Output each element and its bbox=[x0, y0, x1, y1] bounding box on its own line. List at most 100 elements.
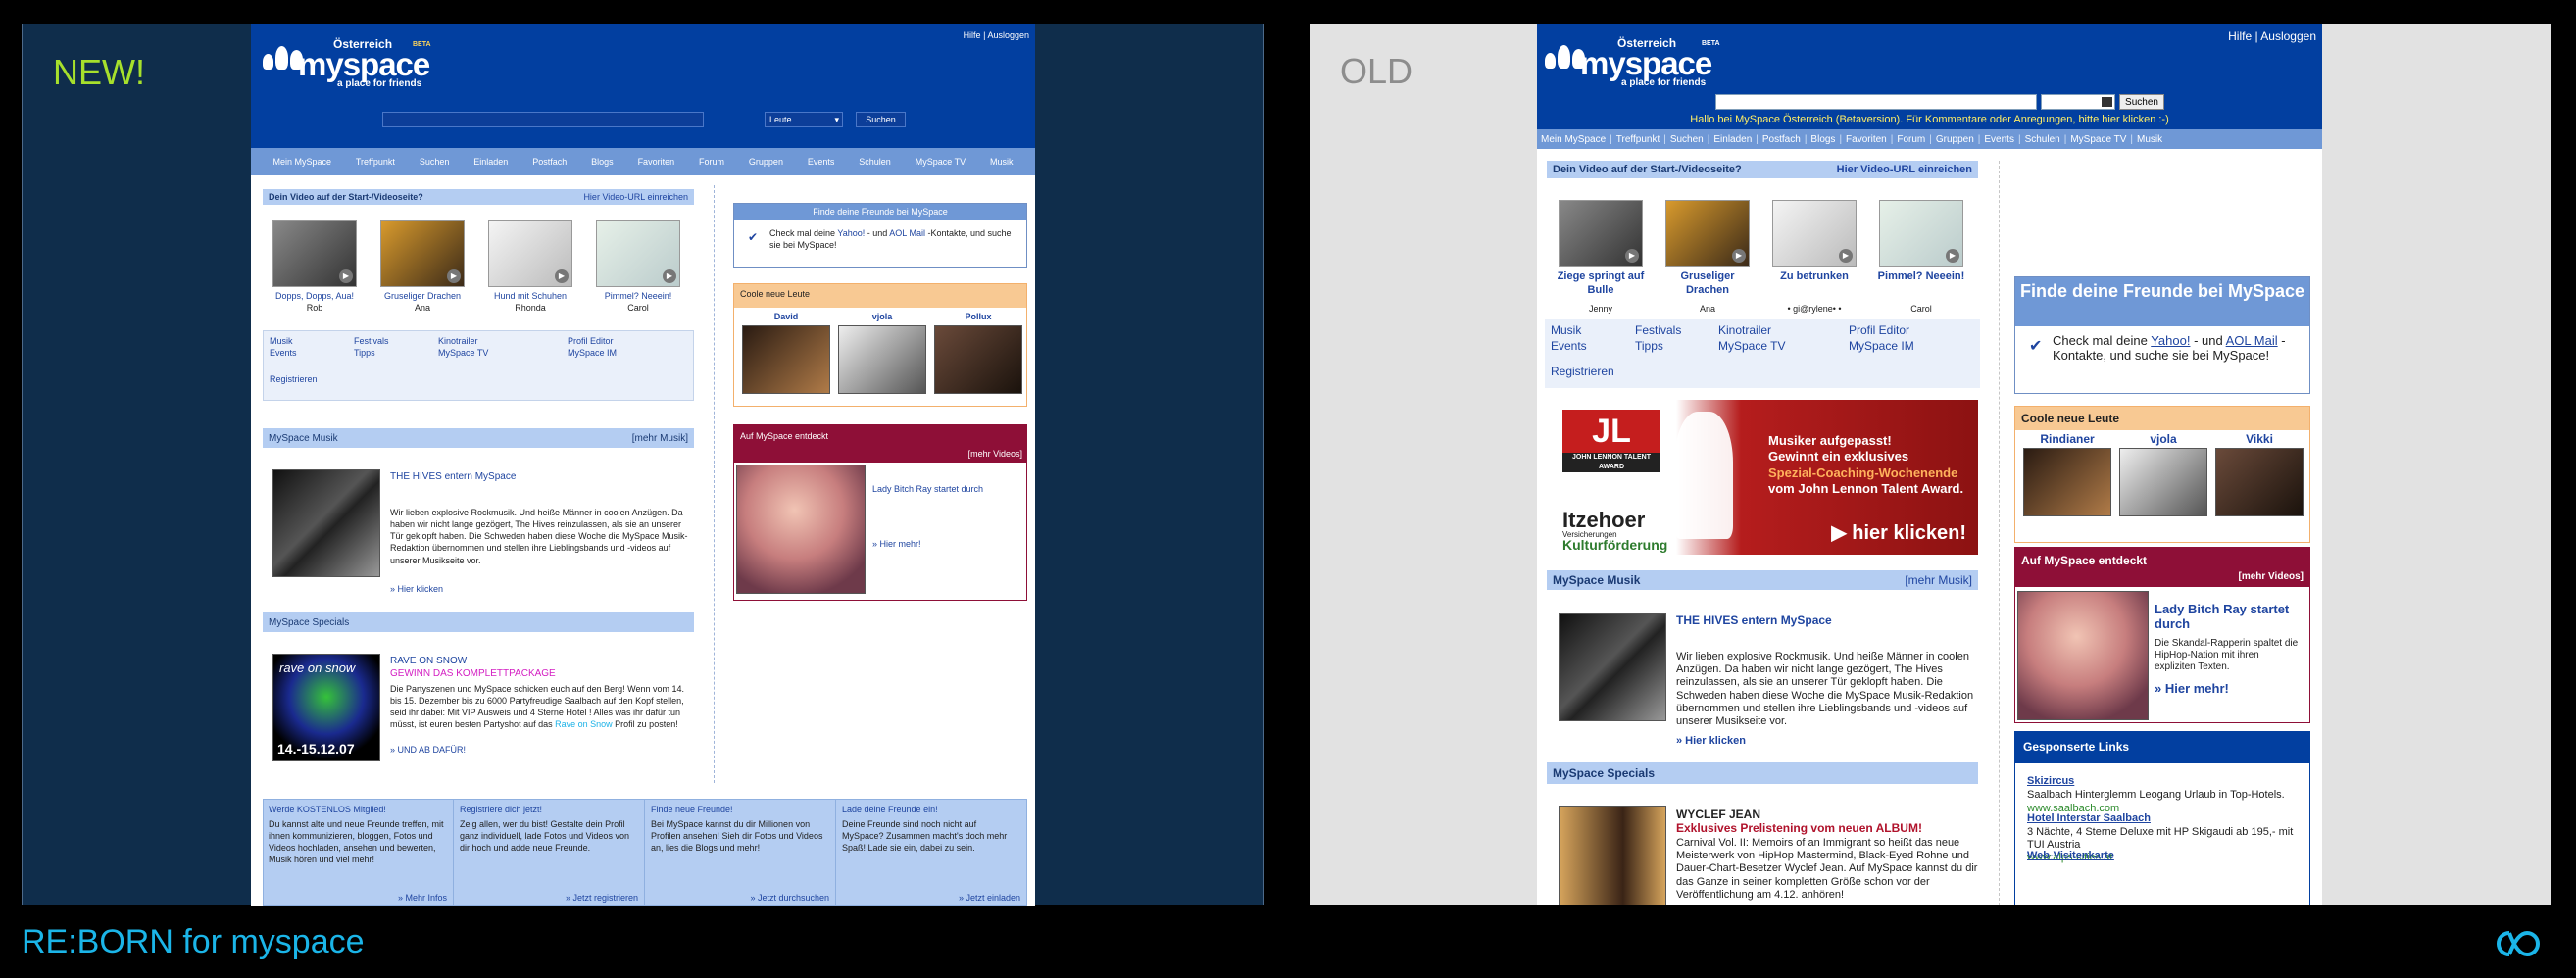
nav-item-1[interactable]: Treffpunkt bbox=[356, 157, 395, 167]
nav-item-9[interactable]: Events bbox=[1984, 134, 2014, 145]
nav-item-7[interactable]: Forum bbox=[699, 157, 724, 167]
link-myspace-tv[interactable]: MySpace TV bbox=[438, 347, 488, 359]
search-category-select[interactable]: Leute ▾ bbox=[765, 112, 843, 127]
music-cta-link[interactable]: » Hier klicken bbox=[390, 583, 443, 595]
link-tipps[interactable]: Tipps bbox=[1635, 339, 1663, 353]
help-link[interactable]: Hilfe bbox=[964, 30, 981, 40]
music-cta-link[interactable]: » Hier klicken bbox=[1676, 735, 1746, 747]
discover-cta-link[interactable]: » Hier mehr! bbox=[2155, 681, 2229, 696]
discover-headline[interactable]: Lady Bitch Ray startet durch bbox=[872, 484, 1019, 494]
link-kinotrailer[interactable]: Kinotrailer bbox=[1718, 323, 1771, 337]
nav-item-8[interactable]: Gruppen bbox=[749, 157, 783, 167]
video-thumb[interactable]: ▶ bbox=[1879, 200, 1963, 267]
search-button[interactable]: Suchen bbox=[856, 112, 906, 127]
promo-link[interactable]: » Jetzt einladen bbox=[959, 893, 1020, 903]
promo-link[interactable]: » Mehr Infos bbox=[398, 893, 447, 903]
link-register[interactable]: Registrieren bbox=[270, 373, 318, 385]
video-caption[interactable]: Pimmel? Neeein! bbox=[1871, 270, 1971, 284]
logo-wordmark[interactable]: myspace bbox=[298, 48, 430, 80]
video-submit-link[interactable]: Hier Video-URL einreichen bbox=[1837, 164, 1972, 175]
video-thumb[interactable]: ▶ bbox=[1559, 200, 1643, 267]
nav-item-12[interactable]: Musik bbox=[990, 157, 1014, 167]
nav-item-2[interactable]: Suchen bbox=[420, 157, 450, 167]
link-myspace-im[interactable]: MySpace IM bbox=[568, 347, 617, 359]
nav-item-9[interactable]: Events bbox=[808, 157, 835, 167]
nav-item-3[interactable]: Einladen bbox=[1713, 134, 1752, 145]
video-user[interactable]: Carol bbox=[1871, 304, 1971, 315]
specials-cta-link[interactable]: » UND AB DAFÜR! bbox=[390, 744, 466, 756]
video-user[interactable]: Jenny bbox=[1551, 304, 1651, 315]
cool-person-photo[interactable] bbox=[2119, 448, 2207, 516]
discover-cta-link[interactable]: » Hier mehr! bbox=[872, 539, 921, 549]
nav-item-3[interactable]: Einladen bbox=[473, 157, 508, 167]
video-caption[interactable]: Hund mit Schuhen bbox=[480, 291, 580, 302]
link-profil-editor[interactable]: Profil Editor bbox=[1849, 323, 1909, 337]
nav-item-12[interactable]: Musik bbox=[2137, 134, 2162, 145]
video-thumb[interactable]: ▶ bbox=[1665, 200, 1750, 267]
specials-headline[interactable]: RAVE ON SNOW bbox=[390, 656, 467, 666]
aol-mail-link[interactable]: AOL Mail bbox=[889, 228, 925, 238]
video-submit-link[interactable]: Hier Video-URL einreichen bbox=[583, 192, 688, 202]
video-caption[interactable]: Pimmel? Neeein! bbox=[588, 291, 688, 302]
cool-person-name[interactable]: vjola bbox=[838, 312, 926, 321]
video-caption[interactable]: Ziege springt auf Bulle bbox=[1551, 270, 1651, 298]
nav-item-11[interactable]: MySpace TV bbox=[916, 157, 966, 167]
cool-person-photo[interactable] bbox=[2023, 448, 2111, 516]
banner-cta[interactable]: ▶ hier klicken! bbox=[1831, 520, 1966, 545]
nav-item-8[interactable]: Gruppen bbox=[1936, 134, 1974, 145]
video-user[interactable]: Rob bbox=[265, 303, 365, 314]
sponsored-title-link[interactable]: Hotel Interstar Saalbach bbox=[2027, 812, 2151, 824]
search-button[interactable]: Suchen bbox=[2119, 94, 2164, 110]
video-thumb[interactable]: ▶ bbox=[1772, 200, 1857, 267]
cool-person-photo[interactable] bbox=[838, 325, 926, 394]
special-artist[interactable]: WYCLEF JEAN bbox=[1676, 807, 1760, 821]
yahoo-link[interactable]: Yahoo! bbox=[837, 228, 865, 238]
music-headline[interactable]: THE HIVES entern MySpace bbox=[1676, 613, 1832, 627]
wyclef-jean-photo[interactable] bbox=[1559, 806, 1666, 905]
logout-link[interactable]: Ausloggen bbox=[2260, 29, 2316, 43]
lady-bitch-ray-photo[interactable] bbox=[2017, 591, 2149, 720]
more-music-link[interactable]: [mehr Musik] bbox=[1905, 573, 1972, 587]
video-user[interactable]: • gi@rylene• • bbox=[1764, 304, 1864, 315]
video-caption[interactable]: Dopps, Dopps, Aua! bbox=[265, 291, 365, 302]
video-thumb[interactable]: ▶ bbox=[380, 220, 465, 287]
video-caption[interactable]: Gruseliger Drachen bbox=[372, 291, 472, 302]
john-lennon-banner[interactable]: JL JOHN LENNON TALENT AWARD Musiker aufge… bbox=[1547, 400, 1978, 555]
nav-item-7[interactable]: Forum bbox=[1897, 134, 1925, 145]
video-user[interactable]: Ana bbox=[1658, 304, 1758, 315]
nav-item-6[interactable]: Favoriten bbox=[1846, 134, 1887, 145]
nav-item-6[interactable]: Favoriten bbox=[638, 157, 675, 167]
video-thumb[interactable]: ▶ bbox=[488, 220, 572, 287]
rave-on-snow-link[interactable]: Rave on Snow bbox=[555, 719, 613, 729]
logout-link[interactable]: Ausloggen bbox=[987, 30, 1029, 40]
link-myspace-im[interactable]: MySpace IM bbox=[1849, 339, 1914, 353]
nav-item-5[interactable]: Blogs bbox=[1810, 134, 1835, 145]
link-profil-editor[interactable]: Profil Editor bbox=[568, 335, 614, 347]
cool-person-photo[interactable] bbox=[2215, 448, 2304, 516]
cool-person-name[interactable]: vjola bbox=[2119, 432, 2207, 446]
music-headline[interactable]: THE HIVES entern MySpace bbox=[390, 471, 516, 482]
cool-person-name[interactable]: Rindianer bbox=[2023, 432, 2111, 446]
promo-link[interactable]: » Jetzt durchsuchen bbox=[750, 893, 829, 903]
search-category-select[interactable]: Leute bbox=[2041, 94, 2115, 110]
video-thumb[interactable]: ▶ bbox=[272, 220, 357, 287]
link-kinotrailer[interactable]: Kinotrailer bbox=[438, 335, 478, 347]
search-input[interactable] bbox=[382, 112, 704, 127]
link-myspace-tv[interactable]: MySpace TV bbox=[1718, 339, 1785, 353]
link-festivals[interactable]: Festivals bbox=[354, 335, 389, 347]
video-thumb[interactable]: ▶ bbox=[596, 220, 680, 287]
link-musik[interactable]: Musik bbox=[270, 335, 293, 347]
cool-person-photo[interactable] bbox=[934, 325, 1022, 394]
cool-person-name[interactable]: Pollux bbox=[934, 312, 1022, 321]
nav-item-11[interactable]: MySpace TV bbox=[2070, 134, 2126, 145]
link-events[interactable]: Events bbox=[1551, 339, 1587, 353]
video-user[interactable]: Rhonda bbox=[480, 303, 580, 314]
discover-headline[interactable]: Lady Bitch Ray startet durch bbox=[2155, 602, 2302, 632]
nav-item-0[interactable]: Mein MySpace bbox=[272, 157, 331, 167]
video-user[interactable]: Ana bbox=[372, 303, 472, 314]
promo-link[interactable]: » Jetzt registrieren bbox=[566, 893, 638, 903]
welcome-message[interactable]: Hallo bei MySpace Österreich (Betaversio… bbox=[1537, 114, 2322, 125]
nav-item-10[interactable]: Schulen bbox=[859, 157, 891, 167]
nav-item-0[interactable]: Mein MySpace bbox=[1541, 134, 1606, 145]
cool-person-photo[interactable] bbox=[742, 325, 830, 394]
